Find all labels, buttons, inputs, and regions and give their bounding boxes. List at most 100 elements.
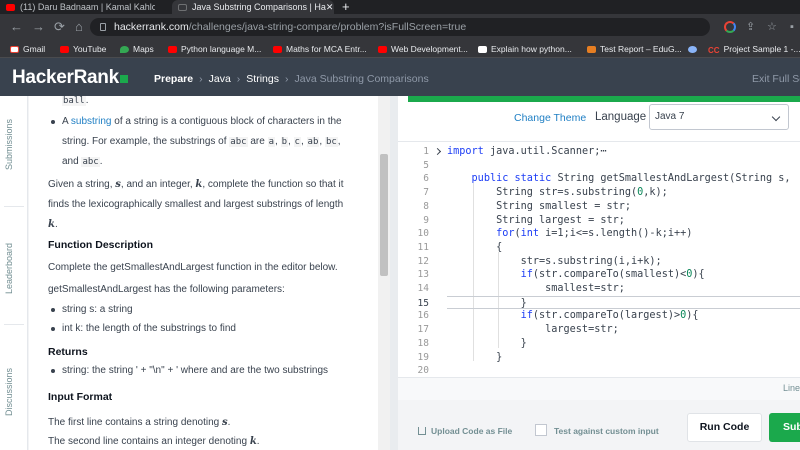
line-number: 8 <box>423 200 429 212</box>
chevron-right-icon: › <box>284 73 289 85</box>
code-editor[interactable]: 1 import java.util.Scanner;⋯ 5 6 public sta… <box>398 142 800 377</box>
tab-submissions[interactable]: Submissions <box>4 119 14 170</box>
cursor-position: Line <box>783 383 800 393</box>
code-line[interactable]: 19 } <box>398 351 800 365</box>
bookmark-python[interactable]: Python language M... <box>168 40 261 58</box>
custom-input-label[interactable]: Test against custom input <box>554 426 659 436</box>
bookmark-star-icon[interactable]: ☆ <box>767 18 777 36</box>
back-arrow-icon[interactable]: ← <box>10 18 23 36</box>
substring-link[interactable]: substring <box>71 116 112 127</box>
address-bar[interactable]: hackerrank.com/challenges/java-string-co… <box>90 18 710 36</box>
description-text: Given a string, s, and an integer, k, co… <box>48 179 344 230</box>
code-line[interactable]: 13 if(str.compareTo(smallest)<0){ <box>398 268 800 282</box>
breadcrumb-prepare[interactable]: Prepare <box>154 73 193 85</box>
code-line[interactable]: 10 for(int i=1;i<=s.length()-k;i++) <box>398 227 800 241</box>
code-text: } <box>447 297 527 309</box>
chevron-right-icon: › <box>236 73 241 85</box>
run-code-button[interactable]: Run Code <box>687 413 762 442</box>
code-line[interactable]: 8 String smallest = str; <box>398 200 800 214</box>
logo-square-icon <box>119 75 128 83</box>
code-line[interactable]: 12 str=s.substring(i,i+k); <box>398 255 800 269</box>
home-icon[interactable]: ⌂ <box>75 18 83 36</box>
code-line[interactable]: 9 String largest = str; <box>398 214 800 228</box>
line-number: 18 <box>417 337 429 349</box>
bookmark-maps[interactable]: Maps <box>120 40 154 58</box>
editor-status-bar: Line <box>398 377 800 400</box>
tab-leaderboard[interactable]: Leaderboard <box>4 243 14 294</box>
description-text: ball. <box>62 96 89 106</box>
bookmarks-bar: Gmail YouTube Maps Python language M... … <box>0 40 800 58</box>
bookmark-youtube[interactable]: YouTube <box>60 40 106 58</box>
code-line[interactable]: 20 <box>398 364 800 377</box>
bookmark-maths[interactable]: Maths for MCA Entr... <box>273 40 367 58</box>
code-line[interactable]: 6 public static String getSmallestAndLar… <box>398 172 800 186</box>
change-theme-link[interactable]: Change Theme <box>514 112 586 124</box>
bookmark-webdev[interactable]: Web Development... <box>378 40 468 58</box>
code-line[interactable]: 15 } <box>418 295 800 310</box>
list-item: int k: the length of the substrings to f… <box>48 319 348 339</box>
browser-tab[interactable]: (11) Daru Badnaam | Kamal Kahlo ✕ <box>0 0 155 14</box>
code-line[interactable]: 14 smallest=str; <box>398 282 800 296</box>
code-line[interactable]: 11 { <box>398 241 800 255</box>
code-line[interactable]: 5 <box>398 159 800 173</box>
youtube-icon <box>378 45 387 53</box>
google-icon[interactable] <box>724 21 736 33</box>
code-text: { <box>447 241 503 253</box>
fold-arrow-icon[interactable] <box>433 147 442 156</box>
code-text: public static String getSmallestAndLarge… <box>471 173 791 185</box>
share-icon[interactable]: ⇪ <box>746 18 755 36</box>
browser-tab-active[interactable]: Java Substring Comparisons | Ha ✕ <box>172 0 334 14</box>
hackerrank-favicon-icon <box>178 3 187 11</box>
side-rail: Submissions Leaderboard Discussions <box>0 96 28 450</box>
bookmark-explain-python[interactable]: Explain how python... <box>478 40 572 58</box>
line-number: 11 <box>417 241 429 253</box>
report-icon <box>587 45 596 53</box>
breadcrumb-strings[interactable]: Strings <box>246 73 279 85</box>
code-text: largest=str; <box>447 324 619 336</box>
code-text: String smallest = str; <box>447 200 632 212</box>
bookmark-gmail[interactable]: Gmail <box>10 40 45 58</box>
breadcrumb-java[interactable]: Java <box>209 73 231 85</box>
code-line[interactable]: 1 import java.util.Scanner;⋯ <box>398 145 800 159</box>
description-scrollbar-thumb[interactable] <box>380 154 388 276</box>
code-line[interactable]: 7 String str=s.substring(0,k); <box>398 186 800 200</box>
new-tab-button[interactable]: + <box>342 0 350 14</box>
globe-icon <box>688 45 697 53</box>
code-text: if(str.compareTo(largest)>0){ <box>520 310 699 322</box>
hackerrank-logo[interactable]: HackerRank <box>12 67 128 89</box>
line-number: 5 <box>423 159 429 171</box>
bookmark-globe[interactable] <box>688 40 701 58</box>
tab-discussions[interactable]: Discussions <box>4 368 14 416</box>
site-header: HackerRank Prepare › Java › Strings › Java Sub… <box>0 58 800 96</box>
submit-code-button[interactable]: Submit Code <box>769 413 800 442</box>
language-value: Java 7 <box>655 111 685 122</box>
language-select[interactable]: Java 7 <box>649 104 789 130</box>
code-text: for(int i=1;i<=s.length()-k;i++) <box>496 228 693 240</box>
youtube-icon <box>6 3 15 11</box>
forward-arrow-icon[interactable]: → <box>32 18 45 36</box>
breadcrumb-current: Java Substring Comparisons <box>294 73 429 85</box>
panel-splitter[interactable] <box>390 96 398 450</box>
gmail-icon <box>10 45 19 53</box>
browser-tab-bar: (11) Daru Badnaam | Kamal Kahlo ✕ Java S… <box>0 0 800 14</box>
upload-code-button[interactable]: Upload Code as File <box>418 426 512 436</box>
bookmark-test-report[interactable]: Test Report – EduG... <box>587 40 682 58</box>
lock-icon <box>100 23 106 31</box>
code-line[interactable]: 18 } <box>398 337 800 351</box>
extensions-icon[interactable]: ▪ <box>790 18 794 36</box>
custom-input-checkbox[interactable] <box>535 424 547 436</box>
line-number: 17 <box>417 324 429 336</box>
description-text: The second line contains an integer deno… <box>48 436 260 447</box>
line-number: 15 <box>417 297 429 309</box>
code-text: smallest=str; <box>447 283 625 294</box>
editor-toolbar: Change Theme Language Java 7 <box>398 102 800 142</box>
code-line[interactable]: 16 if(str.compareTo(largest)>0){ <box>398 309 800 323</box>
code-line[interactable]: 17 largest=str; <box>398 323 800 337</box>
line-number: 7 <box>423 187 429 199</box>
section-heading: Input Format <box>48 391 113 403</box>
close-tab-icon[interactable]: ✕ <box>326 2 334 13</box>
section-heading: Function Description <box>48 239 153 251</box>
bookmark-project-sample[interactable]: CC Project Sample 1 -... <box>708 40 800 58</box>
reload-icon[interactable]: ⟳ <box>54 18 65 36</box>
exit-full-screen-link[interactable]: Exit Full Sc <box>752 73 800 85</box>
